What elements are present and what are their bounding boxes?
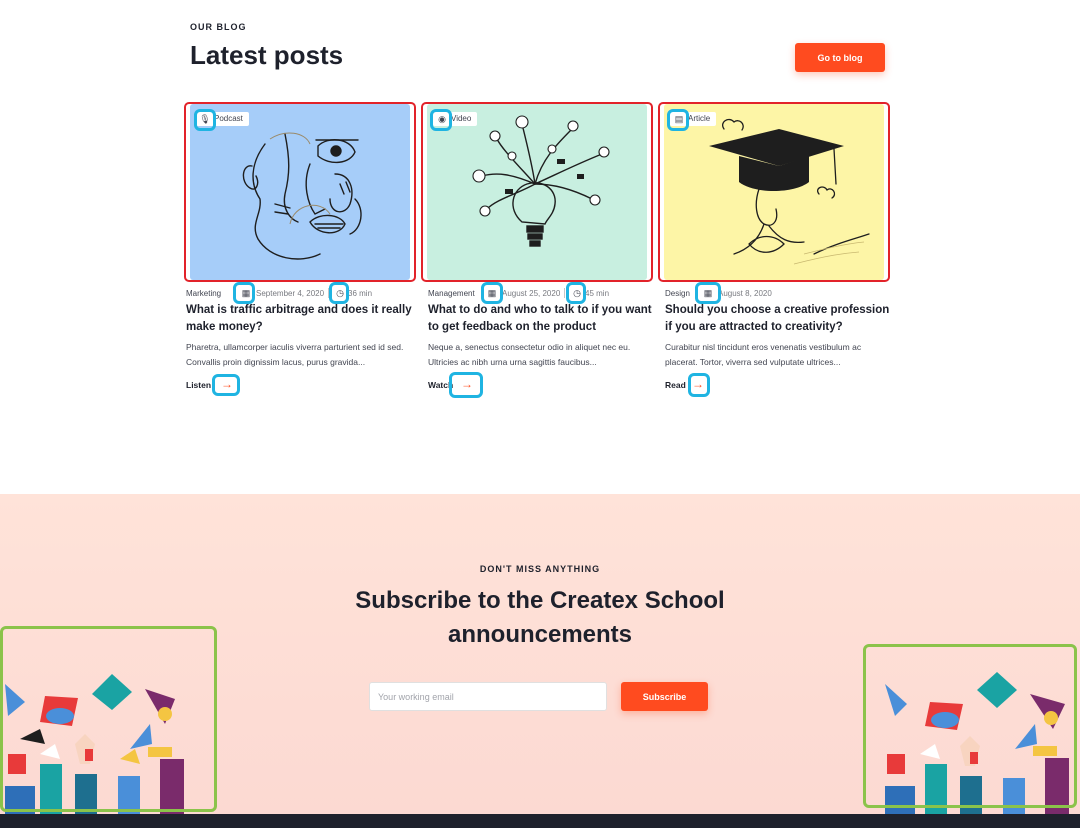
arrow-right-icon[interactable]: →	[218, 377, 236, 391]
calendar-icon: ▦	[703, 288, 713, 298]
subscribe-button[interactable]: Subscribe	[621, 682, 708, 711]
post-meta: Design ▦ August 8, 2020	[660, 286, 890, 300]
footer-bar	[0, 814, 1080, 828]
go-to-blog-button[interactable]: Go to blog	[795, 43, 885, 72]
clock-icon: ◷	[336, 288, 344, 298]
subscribe-eyebrow: DON'T MISS ANYTHING	[479, 564, 601, 574]
post-category[interactable]: Design	[665, 289, 690, 298]
post-excerpt: Curabitur nisl tincidunt eros venenatis …	[665, 342, 862, 367]
clock-icon: ◷	[573, 288, 581, 298]
graduate-line-art	[709, 118, 870, 265]
post-image-graduate[interactable]: ▤ Article	[664, 104, 884, 280]
calendar-icon: ▦	[241, 288, 251, 298]
calendar-icon: ▦	[487, 288, 497, 298]
post-date: August 8, 2020	[718, 289, 772, 298]
blog-section: OUR BLOG Latest posts Go to blog 🎙 Podca…	[0, 0, 1080, 494]
watch-link[interactable]: Watch	[428, 380, 453, 390]
post-badge: 🎙 Podcast	[196, 112, 249, 126]
blog-eyebrow: OUR BLOG	[190, 22, 247, 32]
subscribe-title: Subscribe to the Createx School announce…	[0, 584, 1080, 652]
graduation-illustration-left	[5, 674, 184, 814]
post-category[interactable]: Management	[428, 289, 475, 298]
badge-label: Podcast	[214, 114, 243, 123]
post-duration: 36 min	[348, 289, 373, 298]
post-card-article[interactable]: ▤ Article Design ▦ August 8, 2020 Should…	[658, 102, 890, 397]
badge-label: Article	[688, 114, 711, 123]
arrow-right-icon[interactable]: →	[689, 377, 707, 391]
post-image-face[interactable]: 🎙 Podcast	[190, 104, 410, 280]
arrow-right-icon[interactable]: →	[458, 377, 476, 391]
post-title[interactable]: What to do and who to talk to if you wan…	[428, 302, 658, 336]
post-title[interactable]: Should you choose a creative profession …	[665, 302, 895, 336]
subscribe-title-line2: announcements	[447, 621, 633, 648]
meta-divider	[328, 288, 329, 298]
subscribe-section: DON'T MISS ANYTHING Subscribe to the Cre…	[0, 494, 1080, 814]
subscribe-title-line1: Subscribe to the Createx School	[355, 587, 725, 614]
face-line-art	[242, 132, 362, 260]
lightbulb-line-art	[472, 115, 610, 247]
post-badge: ◉ Video	[433, 112, 478, 126]
post-card-video[interactable]: ◉ Video Management ▦ August 25, 2020 ◷ 4…	[421, 102, 653, 398]
post-duration: 45 min	[585, 289, 610, 298]
post-card-podcast[interactable]: 🎙 Podcast Marketing ▦ September 4, 2020 …	[184, 102, 416, 396]
post-image-lightbulb[interactable]: ◉ Video	[427, 104, 647, 280]
read-link[interactable]: Read	[665, 380, 686, 390]
post-date: August 25, 2020	[502, 289, 561, 298]
post-excerpt: Pharetra, ullamcorper iaculis viverra pa…	[186, 342, 404, 367]
post-category[interactable]: Marketing	[186, 289, 221, 298]
file-icon: ▤	[674, 114, 684, 124]
blog-title: Latest posts	[190, 40, 344, 70]
email-input[interactable]	[369, 682, 607, 711]
post-date: September 4, 2020	[256, 289, 325, 298]
listen-link[interactable]: Listen	[186, 380, 211, 390]
post-excerpt: Neque a, senectus consectetur odio in al…	[428, 342, 631, 367]
meta-divider	[564, 288, 565, 298]
post-badge: ▤ Article	[670, 112, 717, 126]
badge-label: Video	[451, 114, 472, 123]
graduation-illustration-right	[885, 672, 1069, 814]
post-meta: Management ▦ August 25, 2020 ◷ 45 min	[423, 286, 653, 300]
post-meta: Marketing ▦ September 4, 2020 ◷ 36 min	[186, 286, 416, 300]
play-icon: ◉	[438, 114, 446, 124]
microphone-icon: 🎙	[199, 114, 211, 124]
post-title[interactable]: What is traffic arbitrage and does it re…	[186, 302, 416, 336]
